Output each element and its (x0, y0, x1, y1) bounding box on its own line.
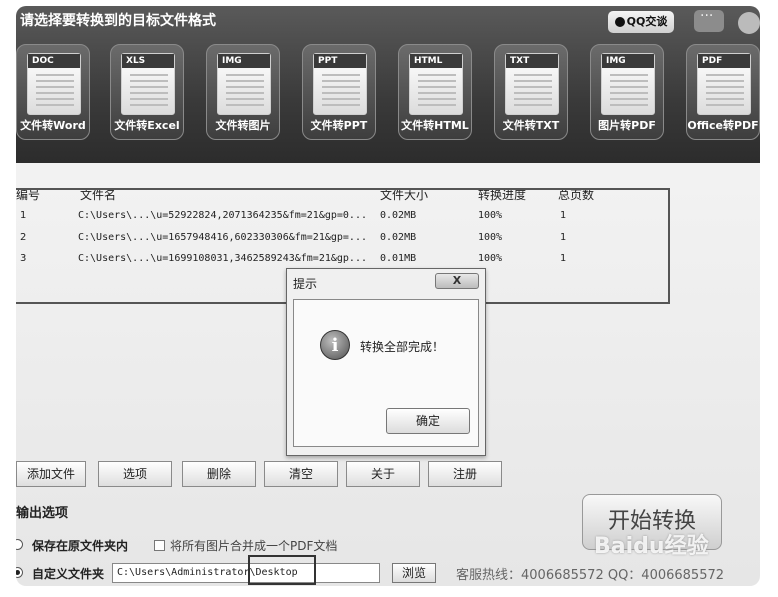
row-progress: 100% (478, 232, 503, 243)
tile-tag: DOC (28, 54, 80, 68)
format-tiles: DOC 文件转Word XLS 文件转Excel IMG 文件转图片 PPT 文… (16, 44, 760, 142)
tile-label: 文件转Excel (114, 119, 180, 132)
add-file-button[interactable]: 添加文件 (16, 461, 86, 487)
about-button[interactable]: 关于 (346, 461, 420, 487)
row-filename: C:\Users\...\u=1699108031,3462589243&fm=… (78, 253, 367, 264)
tile-label: 图片转PDF (598, 119, 656, 132)
row-pages: 1 (560, 210, 567, 221)
dialog-close-button[interactable]: X (435, 273, 479, 289)
tile-to-html[interactable]: HTML 文件转HTML (398, 44, 472, 140)
ppt-file-icon: PPT (313, 53, 367, 115)
row-filename: C:\Users\...\u=52922824,2071364235&fm=21… (78, 210, 367, 221)
clear-button[interactable]: 清空 (264, 461, 338, 487)
output-path-input[interactable]: C:\Users\Administrator\Desktop (112, 563, 380, 583)
delete-button[interactable]: 删除 (182, 461, 256, 487)
row-size: 0.01MB (380, 253, 417, 264)
completion-dialog: 提示 X i 转换全部完成！ 确定 (286, 268, 486, 456)
tile-tag: XLS (122, 54, 174, 68)
row-pages: 1 (560, 253, 567, 264)
browse-button[interactable]: 浏览 (392, 563, 436, 583)
annotation-highlight-box (248, 555, 316, 585)
merge-pdf-label[interactable]: 将所有图片合并成一个PDF文档 (170, 537, 337, 554)
row-progress: 100% (478, 253, 503, 264)
tile-label: 文件转Word (20, 119, 86, 132)
options-button[interactable]: 选项 (98, 461, 172, 487)
header-title: 请选择要转换到的目标文件格式 (20, 13, 216, 29)
tile-label: 文件转PPT (310, 119, 368, 132)
pdf-file-icon: PDF (697, 53, 751, 115)
row-size: 0.02MB (380, 210, 417, 221)
dialog-body: i 转换全部完成！ 确定 (293, 299, 479, 447)
save-in-source-radio[interactable] (16, 539, 23, 550)
tile-to-txt[interactable]: TXT 文件转TXT (494, 44, 568, 140)
row-filename: C:\Users\...\u=1657948416,602330306&fm=2… (78, 232, 367, 243)
dialog-ok-button[interactable]: 确定 (386, 408, 470, 434)
html-file-icon: HTML (409, 53, 463, 115)
img-file-icon: IMG (601, 53, 655, 115)
tile-tag: IMG (602, 54, 654, 68)
tile-to-image[interactable]: IMG 文件转图片 (206, 44, 280, 140)
row-id: 3 (20, 253, 27, 264)
menu-icon[interactable] (738, 12, 760, 34)
info-icon: i (320, 330, 350, 360)
row-progress: 100% (478, 210, 503, 221)
baidu-watermark: Baidu经验 (594, 534, 709, 559)
tile-tag: PPT (314, 54, 366, 68)
app-window: 请选择要转换到的目标文件格式 QQ交谈 DOC 文件转Word XLS 文件转E… (16, 6, 760, 586)
doc-file-icon: DOC (27, 53, 81, 115)
tile-tag: TXT (506, 54, 558, 68)
tile-to-excel[interactable]: XLS 文件转Excel (110, 44, 184, 140)
tile-tag: PDF (698, 54, 750, 68)
table-row[interactable]: 2 C:\Users\...\u=1657948416,602330306&fm… (16, 232, 670, 252)
tile-to-word[interactable]: DOC 文件转Word (16, 44, 90, 140)
register-button[interactable]: 注册 (428, 461, 502, 487)
support-hotline: 客服热线：4006685572 QQ：4006685572 (456, 568, 725, 583)
save-in-source-label[interactable]: 保存在原文件夹内 (32, 537, 128, 554)
output-options-title: 输出选项 (16, 506, 69, 521)
img-file-icon: IMG (217, 53, 271, 115)
merge-pdf-checkbox[interactable] (154, 540, 165, 551)
row-pages: 1 (560, 232, 567, 243)
tile-office-to-pdf[interactable]: PDF Office转PDF (686, 44, 760, 140)
row-size: 0.02MB (380, 232, 417, 243)
qq-chat-label: QQ交谈 (626, 15, 668, 28)
txt-file-icon: TXT (505, 53, 559, 115)
tile-label: 文件转TXT (502, 119, 560, 132)
tile-label: 文件转HTML (401, 119, 469, 132)
dialog-message: 转换全部完成！ (360, 340, 445, 354)
format-header: 请选择要转换到的目标文件格式 QQ交谈 DOC 文件转Word XLS 文件转E… (16, 6, 760, 163)
table-row[interactable]: 1 C:\Users\...\u=52922824,2071364235&fm=… (16, 210, 670, 230)
row-id: 2 (20, 232, 27, 243)
tile-tag: HTML (410, 54, 462, 68)
custom-folder-radio[interactable] (16, 567, 23, 578)
dialog-title: 提示 (293, 277, 318, 291)
message-icon[interactable] (694, 8, 724, 32)
custom-folder-label[interactable]: 自定义文件夹 (32, 565, 104, 582)
xls-file-icon: XLS (121, 53, 175, 115)
qq-icon (614, 17, 625, 27)
tile-tag: IMG (218, 54, 270, 68)
tile-label: 文件转图片 (215, 119, 271, 132)
tile-to-ppt[interactable]: PPT 文件转PPT (302, 44, 376, 140)
tile-label: Office转PDF (687, 119, 759, 132)
row-id: 1 (20, 210, 27, 221)
qq-chat-button[interactable]: QQ交谈 (608, 11, 674, 33)
tile-image-to-pdf[interactable]: IMG 图片转PDF (590, 44, 664, 140)
